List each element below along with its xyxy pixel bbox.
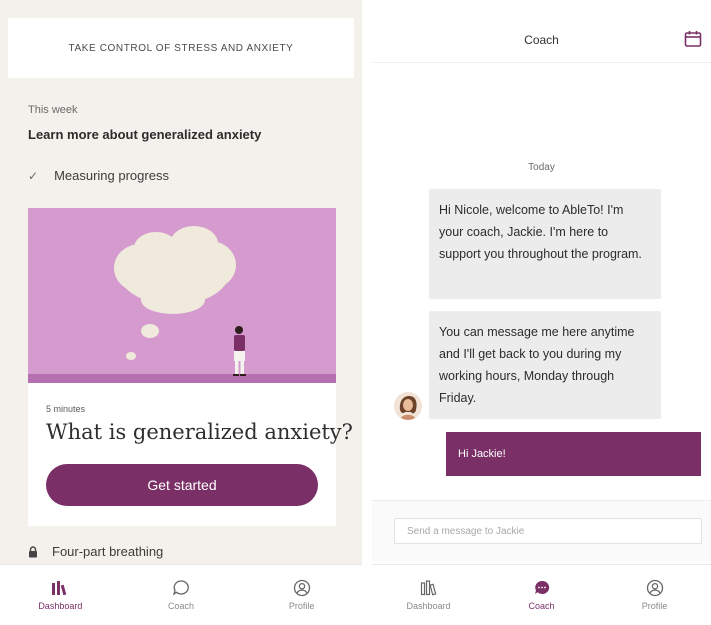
tab-label: Profile [288,601,315,611]
bottom-tab-bar: Dashboard Coach Profile [372,564,711,625]
chat-bubble-icon [170,579,192,597]
bottom-tab-bar: Dashboard Coach Profile [0,564,362,625]
dashboard-icon [49,579,71,597]
lesson-duration: 5 minutes [46,404,86,414]
tab-dashboard[interactable]: Dashboard [372,565,485,625]
program-header: TAKE CONTROL OF STRESS AND ANXIETY [8,18,354,78]
coach-avatar [394,392,422,420]
tab-coach[interactable]: Coach [121,565,242,625]
tab-profile[interactable]: Profile [241,565,362,625]
user-message: Hi Jackie! [446,432,701,476]
profile-icon [291,579,313,597]
completed-lesson-row[interactable]: ✓ Measuring progress [28,168,169,183]
coach-message: Hi Nicole, welcome to AbleTo! I'm your c… [429,189,661,299]
thought-cloud-illustration [28,208,336,383]
coach-chat-screen: Coach Today Hi Nicole, welcome to AbleTo… [372,0,711,625]
tab-label: Coach [528,601,555,611]
tab-dashboard[interactable]: Dashboard [0,565,121,625]
tab-coach[interactable]: Coach [485,565,598,625]
message-composer [372,500,711,561]
lock-icon [28,545,38,558]
locked-lesson-row[interactable]: Four-part breathing [28,544,163,559]
tab-label: Dashboard [38,601,83,611]
profile-icon [644,579,666,597]
checkmark-icon: ✓ [28,168,39,183]
chat-title: Coach [524,33,559,47]
lesson-title: What is generalized anxiety? [46,420,353,444]
tab-label: Coach [168,601,195,611]
calendar-icon[interactable] [683,29,703,49]
locked-lesson-label: Four-part breathing [52,544,164,559]
lesson-card[interactable]: 5 minutes What is generalized anxiety? G… [28,208,353,526]
tab-label: Dashboard [406,601,451,611]
message-input[interactable] [394,518,702,544]
week-title: Learn more about generalized anxiety [28,127,262,142]
week-label: This week [28,104,78,116]
coach-message: You can message me here anytime and I'll… [429,311,661,419]
completed-lesson-label: Measuring progress [54,168,169,183]
dashboard-icon [418,579,440,597]
chat-bubble-icon [531,579,553,597]
date-separator: Today [528,162,555,173]
tab-label: Profile [641,601,668,611]
dashboard-screen: TAKE CONTROL OF STRESS AND ANXIETY This … [0,0,362,625]
chat-header: Coach [372,18,711,63]
get-started-button[interactable]: Get started [46,464,318,506]
tab-profile[interactable]: Profile [598,565,711,625]
